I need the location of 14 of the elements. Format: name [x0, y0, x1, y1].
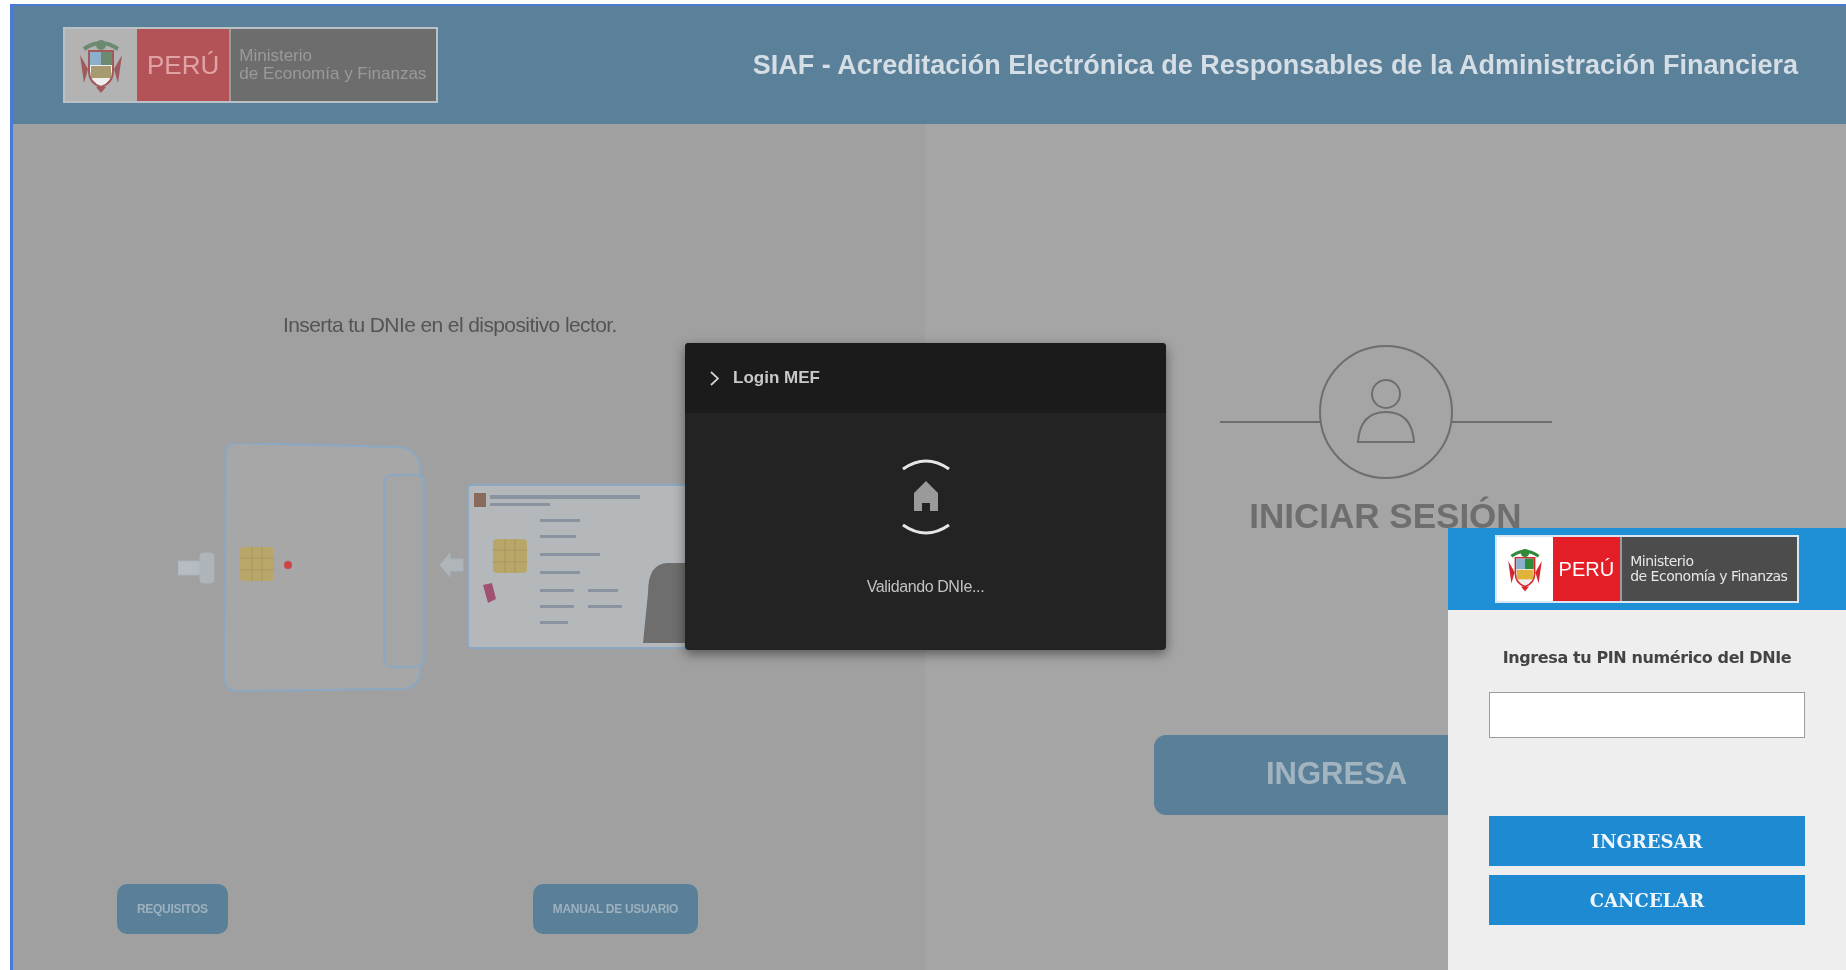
dialog-title: Login MEF — [733, 367, 820, 390]
instruction-text: Inserta tu DNIe en el dispositivo lector. — [283, 312, 618, 338]
pin-field[interactable] — [1489, 692, 1805, 738]
link-button[interactable]: REQUISITOS — [117, 884, 228, 934]
submit-button[interactable]: INGRESAR — [1489, 816, 1805, 866]
link-button[interactable]: MANUAL DE USUARIO — [532, 884, 699, 934]
cancel-button[interactable]: CANCELAR — [1489, 875, 1805, 925]
logo-country-text: PERÚ — [137, 29, 230, 101]
chevron-icon — [710, 370, 719, 386]
status-text: Validando DNIe... — [866, 577, 985, 597]
logo-ministry-text: Ministerio de Economía y Finanzas — [1620, 537, 1798, 601]
page-title: SIAF - Acreditación Electrónica de Responsables de la Administración Financiera — [752, 48, 1798, 82]
pin-label: Ingresa tu PIN numérico del DNIe — [1502, 647, 1792, 669]
logo-country-text: PERÚ — [1552, 537, 1621, 601]
